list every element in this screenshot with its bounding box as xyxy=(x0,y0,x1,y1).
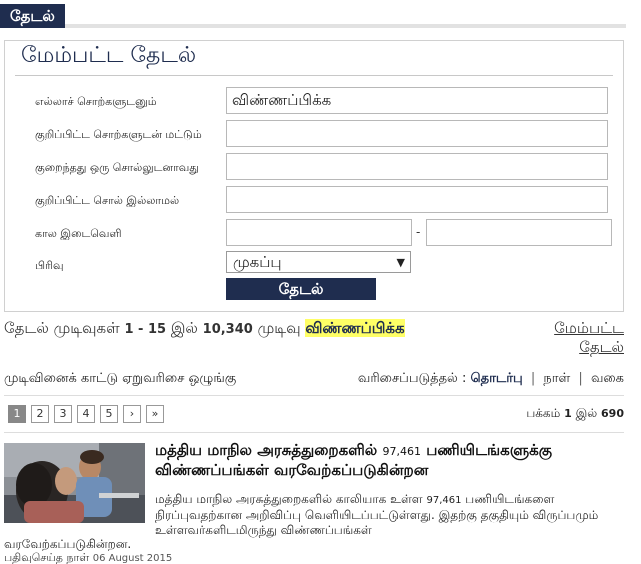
page-5-button[interactable]: 5 xyxy=(100,405,118,423)
sort-options: வரிசைப்படுத்தல் : தொடர்பு | நாள் | வகை xyxy=(357,371,624,386)
results-summary: தேடல் முடிவுகள் 1 - 15 இல் 10,340 முடிவு… xyxy=(4,319,405,339)
exact-phrase-label: குறிப்பிட்ட சொற்களுடன் மட்டும் xyxy=(35,128,202,141)
advanced-link-line1: மேம்பட்ட xyxy=(554,319,624,337)
page-2-button[interactable]: 2 xyxy=(31,405,49,423)
category-selected: முகப்பு xyxy=(233,253,282,271)
exact-phrase-input[interactable] xyxy=(226,120,608,147)
result-description: மத்திய மாநில அரசுத்துறைகளில் காலியாக உள்… xyxy=(155,492,599,537)
all-words-input[interactable] xyxy=(226,87,608,114)
caret-down-icon: ▼ xyxy=(396,256,405,269)
sort-label: வரிசைப்படுத்தல் : xyxy=(357,371,467,386)
next-page-button[interactable]: › xyxy=(123,405,141,423)
advanced-link-line2: தேடல் xyxy=(579,338,624,356)
date-value: 06 August 2015 xyxy=(92,553,173,564)
sort-type[interactable]: வகை xyxy=(591,371,624,386)
any-word-label: குறைந்தது ஒரு சொல்லுடனாவது xyxy=(35,161,199,174)
people-photo-icon xyxy=(4,443,145,523)
date-label: பதிவுசெய்த நாள் xyxy=(4,551,90,564)
sort-relevance[interactable]: தொடர்பு xyxy=(471,371,523,386)
period-label: கால இடைவெளி xyxy=(35,227,122,240)
last-page-button[interactable]: » xyxy=(146,405,164,423)
category-select[interactable]: முகப்பு ▼ xyxy=(226,251,411,273)
page-total: 690 xyxy=(601,407,624,420)
page-1-button[interactable]: 1 xyxy=(8,405,26,423)
search-term-highlight: விண்ணப்பிக்க xyxy=(305,319,405,337)
panel-title: மேம்பட்ட தேடல் xyxy=(21,43,197,68)
summary-of: இல் xyxy=(170,319,198,337)
display-order-option[interactable]: முடிவினைக் காட்டு ஏறுவரிசை ஒழுங்கு xyxy=(4,371,236,387)
divider xyxy=(4,395,624,396)
without-word-label: குறிப்பிட்ட சொல் இல்லாமல் xyxy=(35,194,180,207)
page-4-button[interactable]: 4 xyxy=(77,405,95,423)
page-info: பக்கம் 1 இல் 690 xyxy=(526,406,624,422)
tab-search[interactable]: தேடல் xyxy=(0,4,65,28)
period-separator: - xyxy=(416,225,421,239)
category-label: பிரிவு xyxy=(35,259,64,272)
page-3-button[interactable]: 3 xyxy=(54,405,72,423)
advanced-search-link[interactable]: மேம்பட்ட தேடல் xyxy=(554,319,624,357)
all-words-label: எல்லாச் சொற்களுடனும் xyxy=(35,95,157,108)
page-current: 1 xyxy=(564,407,572,420)
any-word-input[interactable] xyxy=(226,153,608,180)
summary-prefix: தேடல் முடிவுகள் xyxy=(4,319,120,337)
without-word-input[interactable] xyxy=(226,186,608,213)
result-date: பதிவுசெய்த நாள் 06 August 2015 xyxy=(4,551,172,564)
pagination: 1 2 3 4 5 › » xyxy=(8,405,164,423)
sort-date[interactable]: நாள் xyxy=(543,371,570,386)
summary-range: 1 - 15 xyxy=(124,322,167,337)
period-to-input[interactable] xyxy=(426,219,612,246)
page-of: இல் xyxy=(575,406,598,420)
advanced-search-panel: மேம்பட்ட தேடல் எல்லாச் சொற்களுடனும் குறி… xyxy=(4,40,624,312)
divider xyxy=(4,432,624,433)
summary-total: 10,340 xyxy=(202,322,253,337)
result-thumbnail[interactable] xyxy=(4,443,145,523)
summary-suffix: முடிவு xyxy=(257,319,301,337)
page-info-label: பக்கம் xyxy=(526,406,561,420)
divider xyxy=(15,75,613,76)
result-title[interactable]: மத்திய மாநில அரசுத்துறைகளில் 97,461 பணிய… xyxy=(155,441,615,479)
tab-bar: தேடல் xyxy=(0,4,626,28)
search-button[interactable]: தேடல் xyxy=(226,278,376,300)
period-from-input[interactable] xyxy=(226,219,412,246)
